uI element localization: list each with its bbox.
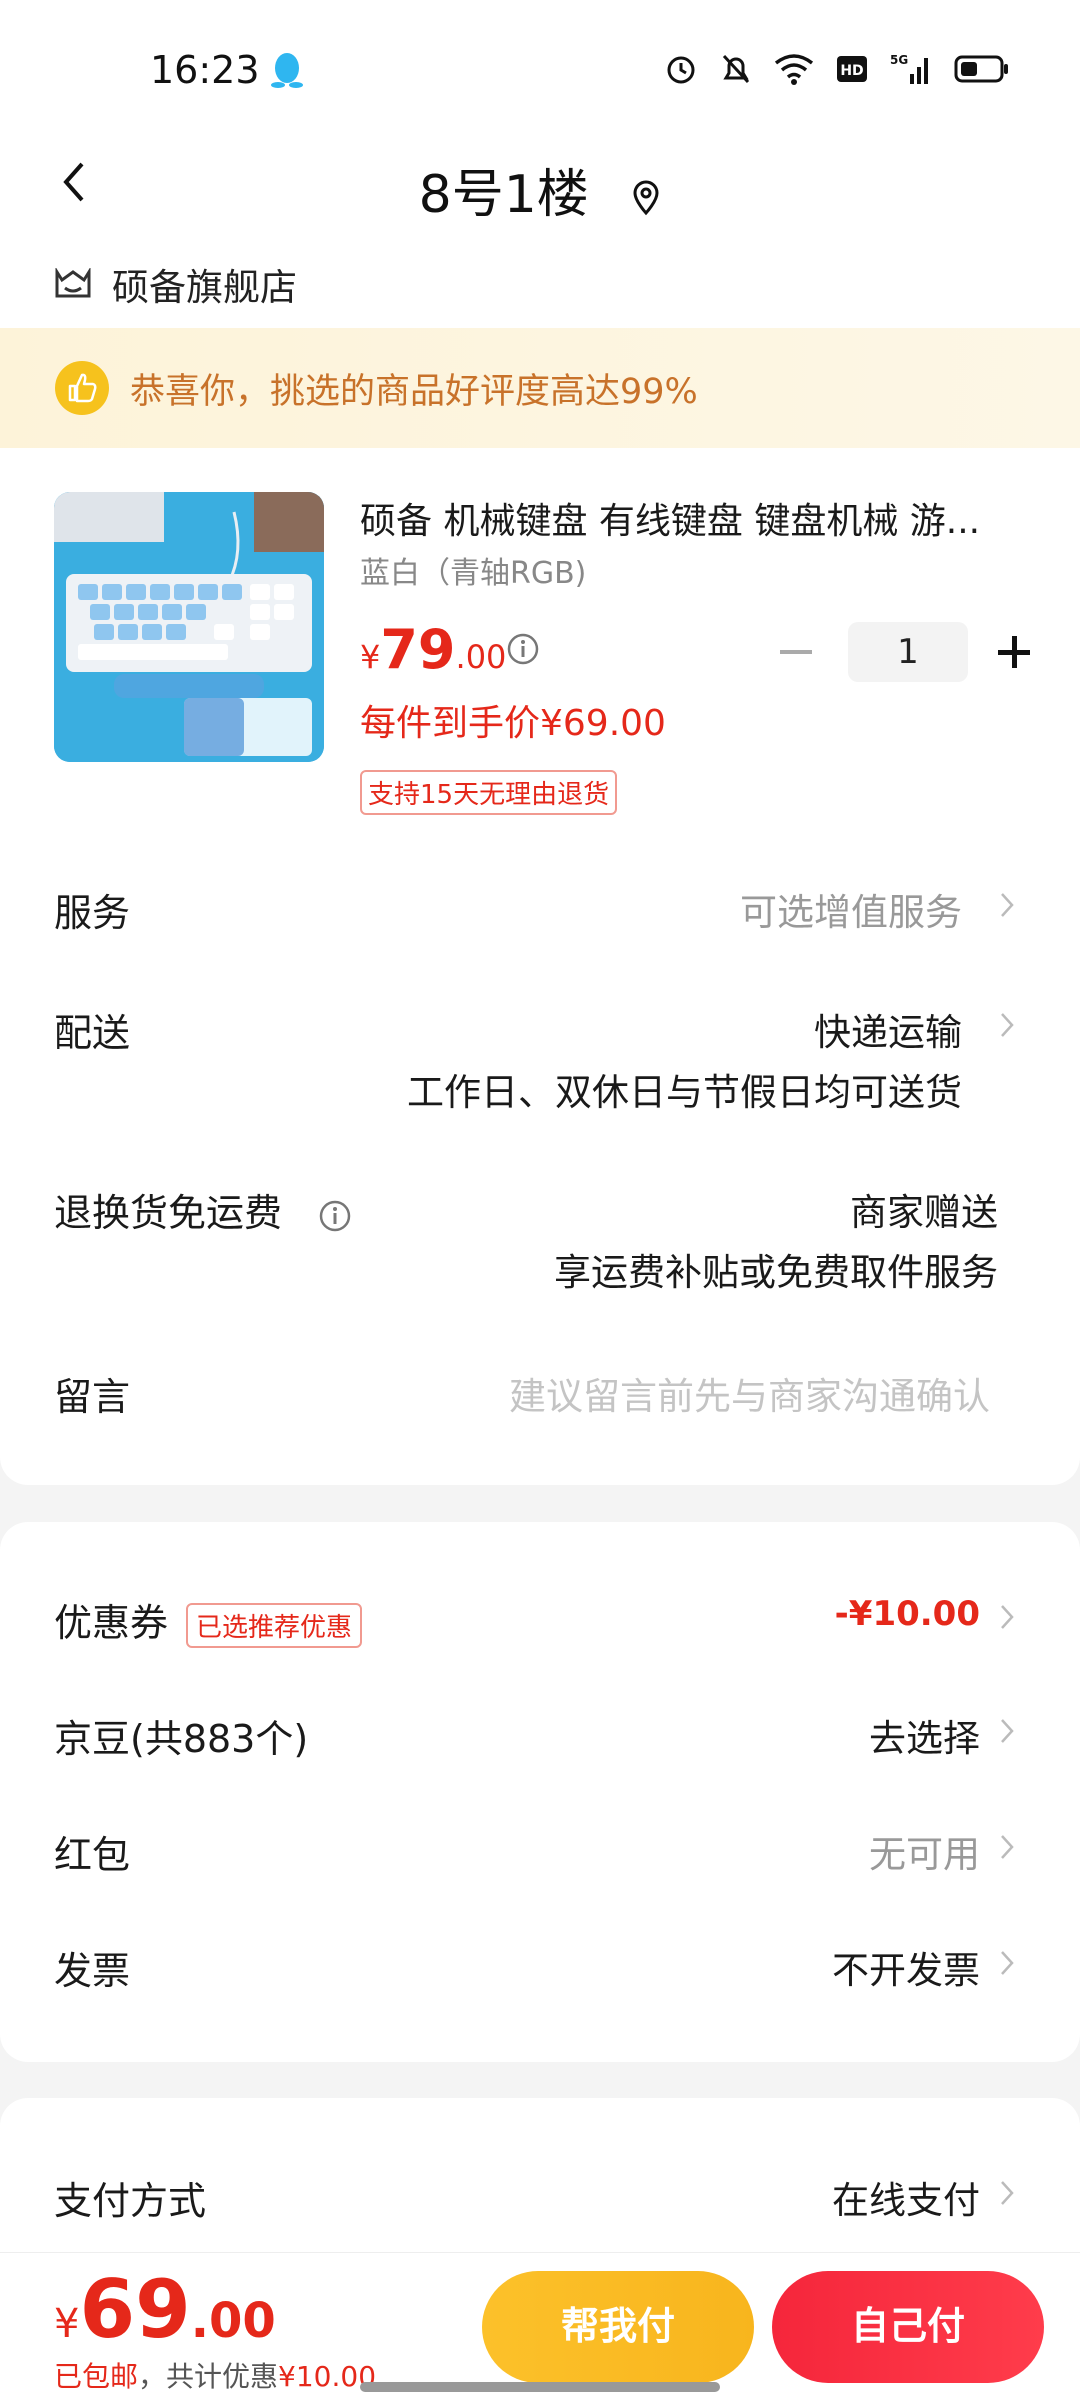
price-info-icon[interactable]	[506, 632, 540, 666]
praise-text: 恭喜你，挑选的商品好评度高达99%	[130, 371, 698, 412]
header: 8号1楼	[0, 130, 1080, 240]
chevron-right-icon	[1001, 1719, 1014, 1743]
total-integer: 69	[79, 2263, 191, 2356]
checkout-bar: ¥69.00 已包邮，共计优惠¥10.00 帮我付 自己付	[0, 2252, 1080, 2400]
bell-off-icon	[722, 54, 750, 84]
return-shipping-label: 退换货免运费	[54, 1182, 352, 1237]
saving-text: ，共计优惠	[138, 2360, 279, 2393]
svg-text:HD: HD	[840, 63, 863, 79]
decrease-quantity-button[interactable]	[776, 632, 816, 672]
total-price: ¥69.00	[54, 2263, 276, 2356]
total-note: 已包邮，共计优惠¥10.00	[54, 2355, 376, 2395]
price-decimal: .00	[455, 638, 507, 676]
service-value: 可选增值服务	[740, 891, 962, 934]
delivery-value: 快递运输	[814, 1011, 962, 1054]
wifi-icon	[774, 54, 814, 85]
return-policy-tag: 支持15天无理由退货	[360, 770, 618, 815]
price-integer: 79	[380, 618, 456, 681]
location-pin-icon	[633, 180, 659, 216]
alarm-icon	[667, 56, 695, 84]
coupon-value: -¥10.00	[834, 1594, 980, 1634]
quantity-input[interactable]: 1	[848, 622, 968, 682]
product-title[interactable]: 硕备 机械键盘 有线键盘 键盘机械 游...	[360, 492, 1040, 544]
return-shipping-subtext: 享运费补贴或免费取件服务	[554, 1251, 998, 1294]
chevron-right-icon	[1001, 1835, 1014, 1859]
qq-icon	[271, 53, 303, 88]
battery-icon	[954, 55, 1008, 83]
home-indicator[interactable]	[360, 2382, 720, 2392]
delivery-label: 配送	[54, 1011, 131, 1055]
product-item: 硕备 机械键盘 有线键盘 键盘机械 游... 蓝白（青轴RGB) ¥79.00 …	[54, 492, 1034, 822]
order-confirm-page: 16:23 HD 5G 8号1楼 硕备旗舰店 恭喜你，挑选的商品好评度高达99%…	[0, 0, 1080, 2400]
product-price: ¥79.00	[360, 618, 506, 681]
praise-banner: 恭喜你，挑选的商品好评度高达99%	[0, 328, 1080, 448]
message-label: 留言	[54, 1375, 131, 1419]
address-title-text: 8号1楼	[418, 165, 589, 225]
store-name: 硕备旗舰店	[112, 266, 297, 309]
order-card: 硕备旗舰店 恭喜你，挑选的商品好评度高达99% 硕备 机械键盘 有线键盘 键盘机…	[0, 240, 1080, 1485]
total-symbol: ¥	[54, 2301, 80, 2347]
coupon-recommended-tag: 已选推荐优惠	[186, 1603, 363, 1648]
invoice-label: 发票	[54, 1949, 131, 1993]
total-decimal: .00	[190, 2293, 276, 2349]
free-shipping-text: 已包邮	[54, 2360, 139, 2393]
return-shipping-value: 商家赠送	[850, 1191, 998, 1234]
payment-card: 支付方式 在线支付	[0, 2098, 1080, 2258]
help-me-pay-button[interactable]: 帮我付	[482, 2271, 754, 2383]
pay-myself-button[interactable]: 自己付	[772, 2271, 1044, 2383]
hd-icon: HD	[837, 56, 867, 82]
coupon-label: 优惠券 已选推荐优惠	[54, 1592, 363, 1648]
thumbs-up-icon	[55, 361, 109, 415]
discount-card: 优惠券 已选推荐优惠 -¥10.00 京豆(共883个) 去选择 红包 无可用 发…	[0, 1522, 1080, 2062]
message-input[interactable]: 建议留言前先与商家沟通确认	[509, 1366, 990, 1420]
product-spec[interactable]: 蓝白（青轴RGB)	[360, 548, 586, 592]
return-shipping-label-text: 退换货免运费	[54, 1191, 283, 1235]
delivery-subtext: 工作日、双休日与节假日均可送货	[407, 1071, 962, 1114]
price-symbol: ¥	[360, 638, 381, 676]
status-time: 16:23	[150, 48, 260, 92]
store-icon	[55, 268, 91, 298]
store-row[interactable]: 硕备旗舰店	[54, 240, 297, 328]
svg-text:5G: 5G	[890, 53, 908, 67]
increase-quantity-button[interactable]	[994, 632, 1034, 672]
quantity-stepper: 1	[776, 622, 1034, 682]
payment-method-label: 支付方式	[54, 2179, 207, 2223]
chevron-right-icon	[1001, 1605, 1014, 1629]
chevron-right-icon	[1001, 1951, 1014, 1975]
per-item-final-price: 每件到手价¥69.00	[360, 703, 666, 744]
payment-method-value: 在线支付	[832, 2179, 980, 2222]
hongbao-label: 红包	[54, 1833, 131, 1877]
jingdou-value: 去选择	[869, 1717, 980, 1760]
coupon-label-text: 优惠券	[54, 1601, 169, 1645]
info-icon[interactable]	[318, 1199, 352, 1233]
hongbao-value: 无可用	[869, 1833, 980, 1876]
chevron-right-icon	[1001, 2181, 1014, 2205]
chevron-right-icon	[1001, 893, 1014, 917]
5g-signal-icon: 5G	[890, 53, 928, 84]
address-title[interactable]: 8号1楼	[0, 152, 1080, 227]
jingdou-label: 京豆(共883个)	[54, 1717, 309, 1761]
status-bar: 16:23 HD 5G	[0, 0, 1080, 130]
service-label: 服务	[54, 891, 131, 935]
product-image[interactable]	[54, 492, 324, 762]
status-icons: HD 5G	[664, 52, 1010, 86]
invoice-value: 不开发票	[832, 1949, 980, 1992]
chevron-right-icon	[1001, 1013, 1014, 1037]
